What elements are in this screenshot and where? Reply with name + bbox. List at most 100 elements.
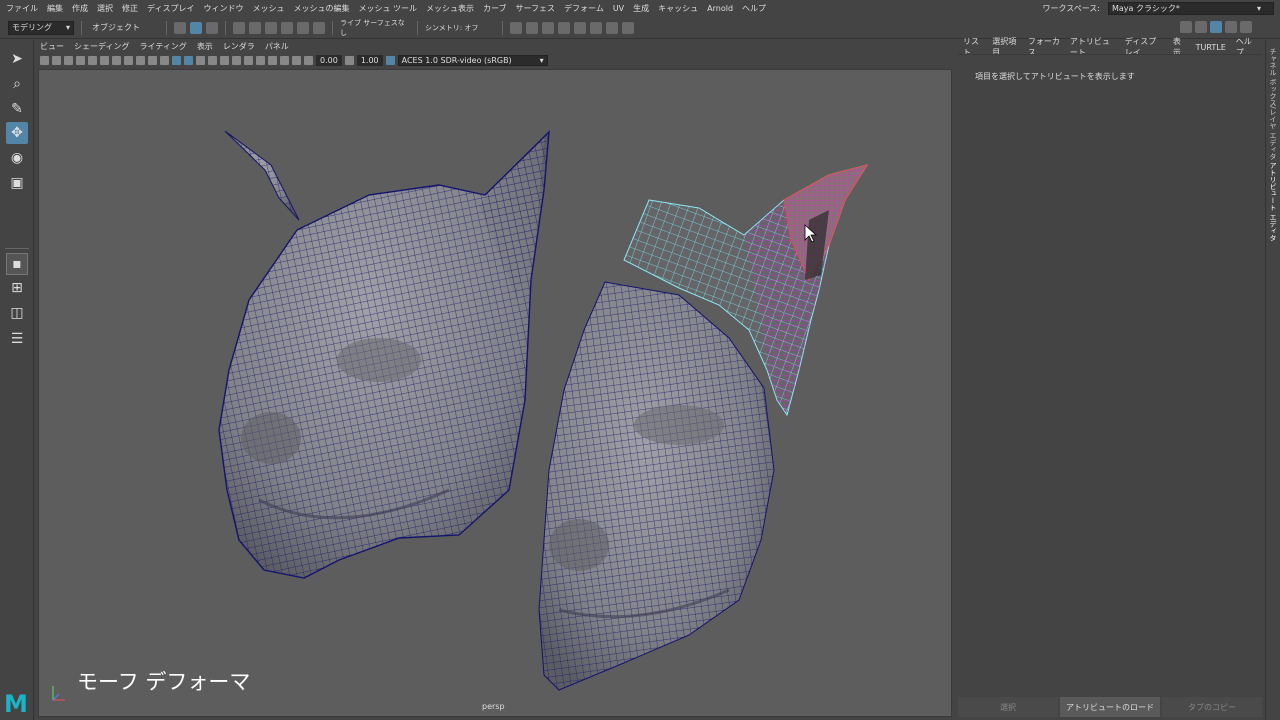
anti-aliasing-icon[interactable] bbox=[256, 55, 265, 65]
snap-grid-icon[interactable] bbox=[233, 21, 245, 34]
hypershade-icon[interactable] bbox=[574, 21, 586, 34]
menu-display[interactable]: ディスプレイ bbox=[147, 3, 194, 14]
menu-curves[interactable]: カーブ bbox=[483, 3, 507, 14]
menu-file[interactable]: ファイル bbox=[6, 3, 38, 14]
half-face-mesh[interactable] bbox=[538, 281, 775, 691]
menu-mesh-display[interactable]: メッシュ表示 bbox=[426, 3, 474, 14]
exposure-field[interactable]: 0.00 bbox=[316, 54, 342, 66]
side-tab-attribute-editor[interactable]: アトリビュート エディタ bbox=[1268, 162, 1278, 241]
ipr-render-icon[interactable] bbox=[542, 21, 554, 34]
four-view-layout-icon[interactable]: ⊞ bbox=[6, 277, 28, 299]
render-frame-icon[interactable] bbox=[526, 21, 538, 34]
panel-menu-view[interactable]: ビュー bbox=[40, 41, 64, 52]
rotate-tool-icon[interactable]: ◉ bbox=[6, 147, 28, 169]
gamma-field[interactable]: 1.00 bbox=[356, 54, 383, 66]
select-by-component-icon[interactable] bbox=[190, 21, 202, 34]
workspace-dropdown[interactable]: Maya クラシック* ▾ bbox=[1108, 2, 1274, 15]
menu-create[interactable]: 作成 bbox=[72, 3, 88, 14]
panel-menu-panels[interactable]: パネル bbox=[265, 41, 289, 52]
panel-menu-show[interactable]: 表示 bbox=[197, 41, 213, 52]
selection-mode-dropdown[interactable]: オブジェクト bbox=[89, 20, 159, 35]
camera-attributes-icon[interactable] bbox=[52, 55, 61, 65]
grid-icon[interactable] bbox=[88, 55, 97, 65]
menu-cache[interactable]: キャッシュ bbox=[658, 3, 698, 14]
xray-joints-icon[interactable] bbox=[292, 55, 301, 65]
snap-surface-icon[interactable] bbox=[297, 21, 309, 34]
tool-settings-icon[interactable] bbox=[1225, 21, 1237, 33]
exposure-icon[interactable] bbox=[304, 55, 313, 65]
ambient-occlusion-icon[interactable] bbox=[232, 55, 241, 65]
two-pane-layout-icon[interactable]: ◫ bbox=[6, 302, 28, 324]
play-icon[interactable] bbox=[606, 21, 618, 34]
select-by-hierarchy-icon[interactable] bbox=[174, 21, 186, 34]
menu-surfaces[interactable]: サーフェス bbox=[516, 3, 556, 14]
render-view-icon[interactable] bbox=[510, 21, 522, 34]
snap-point-icon[interactable] bbox=[265, 21, 277, 34]
gamma-icon[interactable] bbox=[344, 55, 354, 65]
copy-tab-button[interactable]: タブのコピー bbox=[1162, 697, 1262, 717]
perspective-viewport[interactable]: モーフ デフォーマ persp bbox=[38, 69, 952, 717]
gate-mask-icon[interactable] bbox=[124, 55, 133, 65]
paint-select-tool-icon[interactable]: ✎ bbox=[6, 98, 28, 120]
select-button[interactable]: 選択 bbox=[958, 697, 1058, 717]
menu-window[interactable]: ウィンドウ bbox=[203, 3, 243, 14]
panel-menu-shading[interactable]: シェーディング bbox=[74, 41, 129, 52]
snap-view-plane-icon[interactable] bbox=[281, 21, 293, 34]
menu-select[interactable]: 選択 bbox=[97, 3, 113, 14]
menu-mesh[interactable]: メッシュ bbox=[252, 3, 284, 14]
symmetry-label[interactable]: シンメトリ: オフ bbox=[425, 23, 495, 33]
side-tab-channel-box[interactable]: チャネル ボックス/レイヤ エディタ bbox=[1268, 48, 1278, 160]
wireframe-icon[interactable] bbox=[160, 55, 169, 65]
bookmark-icon[interactable] bbox=[64, 55, 73, 65]
attribute-editor-icon[interactable] bbox=[1210, 21, 1222, 33]
modeling-toolkit-icon[interactable] bbox=[1180, 21, 1192, 33]
pause-icon[interactable] bbox=[622, 21, 634, 34]
color-management-icon[interactable] bbox=[385, 55, 395, 65]
render-settings-icon[interactable] bbox=[558, 21, 570, 34]
xray-icon[interactable] bbox=[280, 55, 289, 65]
load-attributes-button[interactable]: アトリビュートのロード bbox=[1060, 697, 1160, 717]
lasso-tool-icon[interactable]: ⌕ bbox=[6, 73, 28, 95]
menu-arnold[interactable]: Arnold bbox=[707, 4, 733, 13]
character-controls-icon[interactable] bbox=[1195, 21, 1207, 33]
textured-icon[interactable] bbox=[196, 55, 205, 65]
shadows-icon[interactable] bbox=[220, 55, 229, 65]
film-gate-icon[interactable] bbox=[100, 55, 109, 65]
live-surface-label[interactable]: ライブ サーフェスなし bbox=[340, 18, 410, 38]
panel-menu-renderer[interactable]: レンダラ bbox=[223, 41, 255, 52]
motion-blur-icon[interactable] bbox=[244, 55, 253, 65]
smooth-shade-icon[interactable] bbox=[172, 55, 181, 65]
safe-action-icon[interactable] bbox=[148, 55, 157, 65]
menu-set-dropdown[interactable]: モデリング ▾ bbox=[8, 20, 74, 35]
menu-help[interactable]: ヘルプ bbox=[742, 3, 766, 14]
snap-pivot-icon[interactable] bbox=[313, 21, 325, 34]
snap-curve-icon[interactable] bbox=[249, 21, 261, 34]
menu-generate[interactable]: 生成 bbox=[633, 3, 649, 14]
channel-box-icon[interactable] bbox=[1240, 21, 1252, 33]
isolate-select-icon[interactable] bbox=[268, 55, 277, 65]
wireframe-on-shaded-icon[interactable] bbox=[184, 55, 193, 65]
separator bbox=[225, 20, 226, 35]
panel-menu-lighting[interactable]: ライティング bbox=[139, 41, 186, 52]
menu-modify[interactable]: 修正 bbox=[122, 3, 138, 14]
menu-edit[interactable]: 編集 bbox=[47, 3, 63, 14]
scale-tool-icon[interactable]: ▣ bbox=[6, 172, 28, 194]
ae-menu-turtle[interactable]: TURTLE bbox=[1196, 43, 1226, 52]
move-tool-icon[interactable]: ✥ bbox=[6, 122, 28, 144]
outliner-layout-icon[interactable]: ☰ bbox=[6, 328, 28, 350]
menu-mesh-tools[interactable]: メッシュ ツール bbox=[358, 3, 417, 14]
menu-uv[interactable]: UV bbox=[613, 4, 624, 13]
creature-head-mesh[interactable] bbox=[218, 130, 550, 579]
camera-icon[interactable] bbox=[40, 55, 49, 65]
single-perspective-layout-icon[interactable]: ▪ bbox=[6, 253, 28, 275]
menu-edit-mesh[interactable]: メッシュの編集 bbox=[293, 3, 349, 14]
arnold-render-icon[interactable] bbox=[590, 21, 602, 34]
menu-deform[interactable]: デフォーム bbox=[564, 3, 604, 14]
lights-icon[interactable] bbox=[208, 55, 217, 65]
select-object-icon[interactable] bbox=[206, 21, 218, 34]
select-tool-icon[interactable]: ➤ bbox=[6, 48, 28, 70]
view-transform-dropdown[interactable]: ACES 1.0 SDR-video (sRGB) ▾ bbox=[397, 54, 548, 66]
field-chart-icon[interactable] bbox=[136, 55, 145, 65]
image-plane-icon[interactable] bbox=[76, 55, 85, 65]
resolution-gate-icon[interactable] bbox=[112, 55, 121, 65]
